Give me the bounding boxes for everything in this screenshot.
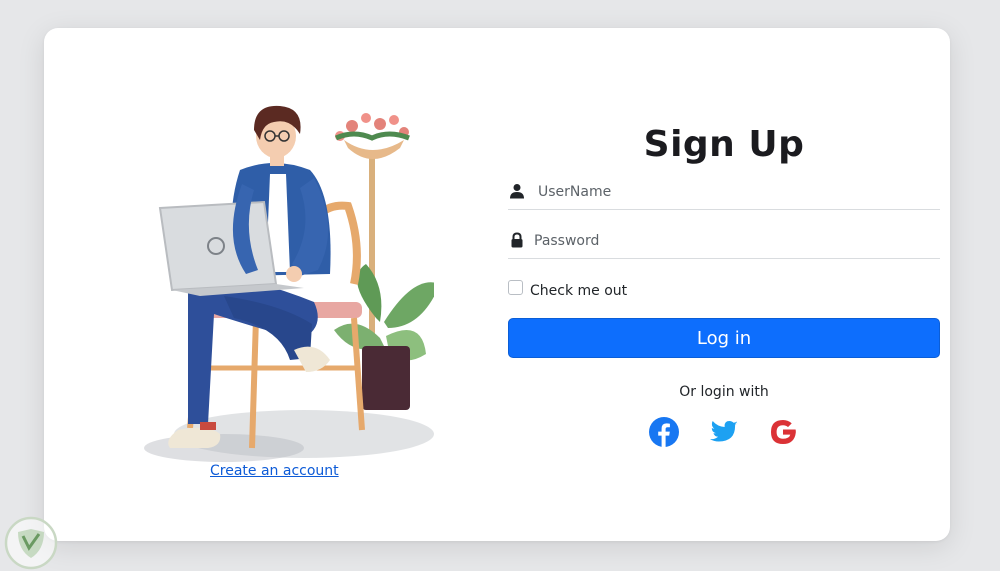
person-with-laptop-illustration [144, 105, 434, 462]
username-input[interactable] [536, 180, 930, 204]
google-icon[interactable] [767, 416, 799, 448]
watermark-logo [4, 516, 58, 570]
lock-icon [511, 232, 523, 248]
password-field [508, 224, 940, 259]
or-login-with-label: Or login with [679, 384, 769, 400]
user-icon [510, 184, 524, 199]
login-button[interactable]: Log in [508, 318, 940, 358]
page-title: Sign Up [643, 124, 805, 165]
facebook-icon[interactable] [648, 416, 680, 448]
twitter-icon[interactable] [708, 416, 740, 448]
check-me-out-checkbox[interactable] [508, 280, 523, 295]
create-account-link[interactable]: Create an account [210, 463, 339, 479]
login-card: Create an account Sign Up Check me out L… [44, 28, 950, 541]
username-field [508, 175, 940, 210]
check-me-out-label[interactable]: Check me out [530, 283, 627, 299]
password-input[interactable] [532, 229, 926, 253]
